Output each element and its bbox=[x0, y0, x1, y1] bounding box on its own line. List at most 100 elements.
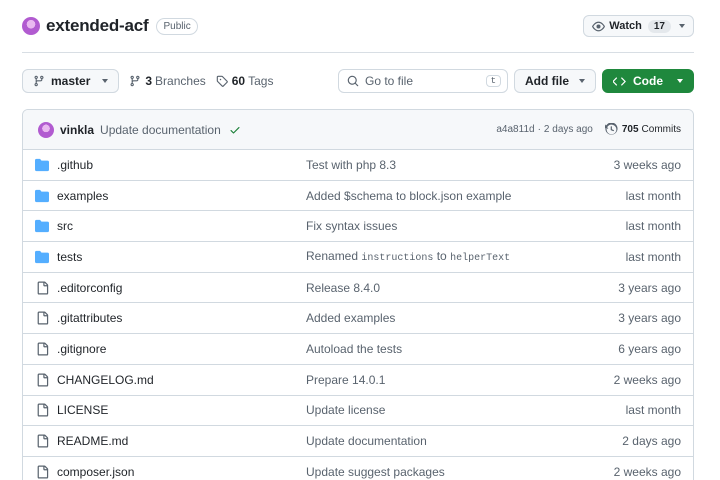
go-to-file-search[interactable]: t bbox=[338, 69, 508, 93]
file-name[interactable]: tests bbox=[57, 250, 306, 264]
file-icon bbox=[35, 342, 49, 356]
file-commit-message[interactable]: Renamed instructions to helperText bbox=[306, 249, 571, 264]
folder-icon bbox=[35, 250, 49, 264]
code-button[interactable]: Code bbox=[602, 69, 694, 93]
file-row[interactable]: LICENSE Update license last month bbox=[23, 396, 693, 427]
file-commit-date: 2 weeks ago bbox=[613, 372, 681, 387]
eye-icon bbox=[592, 21, 606, 31]
file-row[interactable]: .gitignore Autoload the tests 6 years ago bbox=[23, 334, 693, 365]
branches-link[interactable]: 3 Branches bbox=[129, 74, 206, 88]
branches-count: 3 bbox=[145, 74, 153, 88]
tags-label: Tags bbox=[248, 74, 274, 88]
add-file-button[interactable]: Add file bbox=[514, 69, 596, 93]
file-name[interactable]: README.md bbox=[57, 434, 306, 448]
watch-label: Watch bbox=[609, 20, 642, 32]
repo-header: extended-acf Public Watch 17 bbox=[22, 0, 694, 53]
file-commit-date: 2 days ago bbox=[622, 434, 681, 449]
file-commit-date: 2 weeks ago bbox=[613, 465, 681, 480]
go-to-file-input[interactable] bbox=[365, 74, 465, 88]
file-icon bbox=[35, 373, 49, 387]
repo-page: extended-acf Public Watch 17 master 3 Br… bbox=[0, 0, 720, 480]
tags-link[interactable]: 60 Tags bbox=[216, 74, 274, 88]
code-label: Code bbox=[633, 74, 663, 88]
visibility-badge: Public bbox=[156, 17, 198, 35]
file-commit-message[interactable]: Added examples bbox=[306, 311, 571, 325]
file-name[interactable]: LICENSE bbox=[57, 403, 306, 417]
file-name[interactable]: .gitignore bbox=[57, 342, 306, 356]
file-icon bbox=[35, 465, 49, 479]
file-commit-message[interactable]: Update suggest packages bbox=[306, 465, 571, 479]
file-name[interactable]: .gitattributes bbox=[57, 311, 306, 325]
file-commit-message[interactable]: Prepare 14.0.1 bbox=[306, 373, 571, 387]
file-commit-message[interactable]: Added $schema to block.json example bbox=[306, 189, 571, 203]
code-snippet: instructions bbox=[361, 253, 434, 265]
commit-author[interactable]: vinkla bbox=[60, 123, 94, 137]
file-commit-date: 3 years ago bbox=[618, 311, 681, 326]
search-icon bbox=[347, 75, 359, 87]
file-icon bbox=[35, 403, 49, 417]
file-commit-date: last month bbox=[625, 219, 681, 234]
file-row[interactable]: CHANGELOG.md Prepare 14.0.1 2 weeks ago bbox=[23, 365, 693, 396]
message-text: to bbox=[433, 249, 451, 264]
search-shortcut-hint: t bbox=[485, 75, 501, 87]
check-icon[interactable] bbox=[229, 124, 241, 136]
folder-icon bbox=[35, 219, 49, 233]
branch-selector[interactable]: master bbox=[22, 69, 120, 93]
folder-icon bbox=[35, 189, 49, 203]
commit-meta: a4a811d · 2 days ago bbox=[496, 124, 592, 135]
branches-label: Branches bbox=[155, 74, 206, 88]
file-row[interactable]: .gitattributes Added examples 3 years ago bbox=[23, 303, 693, 335]
repo-toolbar: master 3 Branches 60 Tags t Add file Cod… bbox=[22, 53, 694, 109]
file-row[interactable]: composer.json Update suggest packages 2 we… bbox=[23, 457, 693, 480]
file-name[interactable]: src bbox=[57, 219, 306, 233]
commit-time: 2 days ago bbox=[543, 124, 593, 135]
owner-avatar[interactable] bbox=[22, 17, 40, 35]
file-icon bbox=[35, 434, 49, 448]
file-commit-message[interactable]: Fix syntax issues bbox=[306, 219, 571, 233]
add-file-dropdown-icon bbox=[579, 79, 585, 83]
repo-name[interactable]: extended-acf bbox=[46, 16, 149, 36]
file-commit-date: last month bbox=[625, 403, 681, 418]
file-commit-date: 6 years ago bbox=[618, 341, 681, 356]
file-list: .github Test with php 8.3 3 weeks ago examp… bbox=[23, 150, 693, 480]
commits-history-link[interactable]: 705 Commits bbox=[604, 123, 681, 136]
file-name[interactable]: .editorconfig bbox=[57, 281, 306, 295]
file-row[interactable]: .github Test with php 8.3 3 weeks ago bbox=[23, 150, 693, 181]
file-commit-message[interactable]: Update license bbox=[306, 403, 571, 417]
file-commit-message[interactable]: Update documentation bbox=[306, 434, 571, 448]
file-name[interactable]: examples bbox=[57, 189, 306, 203]
folder-icon bbox=[35, 158, 49, 172]
file-name[interactable]: CHANGELOG.md bbox=[57, 373, 306, 387]
branch-name: master bbox=[51, 74, 91, 88]
commits-count: 705 bbox=[621, 124, 639, 135]
branch-icon bbox=[130, 75, 140, 87]
commit-author-avatar[interactable] bbox=[38, 121, 54, 138]
watch-button[interactable]: Watch 17 bbox=[583, 15, 694, 37]
branch-dropdown-icon bbox=[102, 79, 109, 83]
file-commit-date: last month bbox=[625, 249, 681, 264]
file-name[interactable]: composer.json bbox=[57, 465, 306, 479]
file-commit-message[interactable]: Release 8.4.0 bbox=[306, 281, 571, 295]
file-name[interactable]: .github bbox=[57, 158, 306, 172]
file-commit-date: last month bbox=[625, 188, 681, 203]
tags-count: 60 bbox=[231, 74, 246, 88]
message-text: Renamed bbox=[306, 249, 362, 264]
commits-label: Commits bbox=[641, 124, 681, 135]
watch-count: 17 bbox=[647, 19, 671, 33]
latest-commit-bar: vinkla Update documentation a4a811d · 2 … bbox=[23, 110, 693, 150]
watch-dropdown-icon[interactable] bbox=[679, 24, 685, 28]
file-row[interactable]: src Fix syntax issues last month bbox=[23, 211, 693, 243]
file-row[interactable]: tests Renamed instructions to helperText l… bbox=[23, 242, 693, 273]
file-row[interactable]: README.md Update documentation 2 days ago bbox=[23, 426, 693, 457]
history-icon bbox=[604, 123, 618, 135]
file-commit-date: 3 years ago bbox=[618, 280, 681, 295]
code-dropdown-icon bbox=[677, 79, 683, 83]
file-row[interactable]: examples Added $schema to block.json exam… bbox=[23, 181, 693, 212]
commit-hash[interactable]: a4a811d bbox=[496, 124, 534, 135]
add-file-label: Add file bbox=[525, 74, 569, 88]
commit-message[interactable]: Update documentation bbox=[100, 123, 221, 137]
tag-icon bbox=[216, 75, 228, 87]
file-commit-message[interactable]: Test with php 8.3 bbox=[306, 158, 571, 172]
file-commit-message[interactable]: Autoload the tests bbox=[306, 342, 571, 356]
file-row[interactable]: .editorconfig Release 8.4.0 3 years ago bbox=[23, 273, 693, 304]
